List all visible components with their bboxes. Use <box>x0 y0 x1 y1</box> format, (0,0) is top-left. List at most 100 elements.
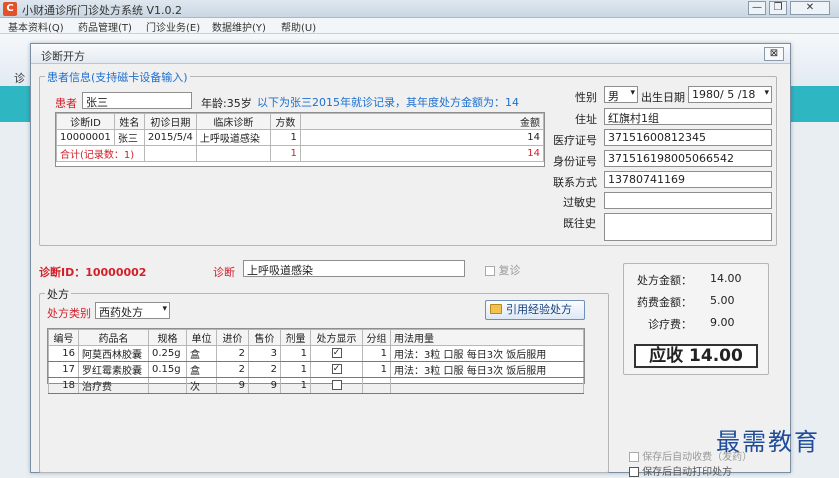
rx-header-name: 药品名 <box>78 329 149 346</box>
rx-header-show: 处方显示 <box>310 329 363 346</box>
minimize-icon[interactable]: — <box>748 1 766 15</box>
history-total-empty <box>143 145 197 162</box>
id-card-input[interactable]: 371516198005066542 <box>604 150 772 167</box>
rx-cell-name: 治疗费 <box>78 377 149 394</box>
summary-panel: 处方金额： 14.00 药费金额： 5.00 诊疗费： 9.00 应收 14.0… <box>623 263 769 375</box>
revisit-label: 复诊 <box>498 264 521 277</box>
fee-value: 9.00 <box>710 316 735 329</box>
menu-help[interactable]: 帮助(U) <box>281 19 316 34</box>
past-history-input[interactable] <box>604 213 772 241</box>
history-header-id: 诊断ID <box>56 113 115 130</box>
menu-drug-management[interactable]: 药品管理(T) <box>78 19 132 34</box>
patient-name-input[interactable]: 张三 <box>82 92 192 109</box>
history-header-diagnosis: 临床诊断 <box>195 113 271 130</box>
rx-cell-show: ✓ <box>310 361 363 378</box>
rx-cell-show: ✓ <box>310 345 363 362</box>
allergy-label: 过敏史 <box>563 196 596 209</box>
history-cell-date: 2015/5/4 <box>143 129 197 146</box>
auto-charge-checkbox[interactable] <box>629 452 639 462</box>
auto-print-checkbox[interactable] <box>629 467 639 477</box>
history-cell-name: 张三 <box>113 129 145 146</box>
history-total-row: 合计(记录数：1) 1 14 <box>56 145 545 162</box>
rx-show-checkbox[interactable] <box>331 380 342 390</box>
rx-type-select[interactable]: 西药处方 <box>95 302 170 319</box>
medical-card-input[interactable]: 37151600812345 <box>604 129 772 146</box>
receivable-amount: 应收 14.00 <box>634 344 758 368</box>
rx-header-group: 分组 <box>362 329 391 346</box>
contact-input[interactable]: 13780741169 <box>604 171 772 188</box>
table-row[interactable]: 18 治疗费 次 9 9 1 <box>48 377 584 394</box>
prescription-grid[interactable]: 编号 药品名 规格 单位 进价 售价 剂量 处方显示 分组 用法用量 16 阿莫… <box>47 328 585 394</box>
cite-experience-rx-button[interactable]: 引用经验处方 <box>485 300 585 320</box>
rx-cell-name: 罗红霉素胶囊 <box>78 361 149 378</box>
rx-cell-no: 17 <box>48 361 79 378</box>
rx-cell-spec: 0.15g <box>148 361 187 378</box>
history-cell-count: 1 <box>269 129 301 146</box>
folder-icon <box>490 304 502 314</box>
allergy-input[interactable] <box>604 192 772 209</box>
history-total-label: 合计(记录数：1) <box>56 145 145 162</box>
dialog-close-button[interactable]: ⊠ <box>764 47 784 61</box>
dob-picker[interactable]: 1980/ 5 /18 <box>688 86 772 103</box>
rx-cell-usage: 用法：3粒 口服 每日3次 饭后服用 <box>390 361 584 378</box>
diagnosis-input[interactable]: 上呼吸道感染 <box>243 260 465 277</box>
watermark-logo: 最需教育 <box>716 428 820 456</box>
dialog-title: 诊断开方 <box>41 50 85 63</box>
gender-label: 性别 <box>575 91 597 104</box>
rx-cell-usage <box>390 377 584 394</box>
id-card-label: 身份证号 <box>553 155 597 168</box>
rx-cell-dose: 1 <box>280 361 311 378</box>
history-header-count: 方数 <box>269 113 301 130</box>
history-total-count: 1 <box>269 145 301 162</box>
rx-cell-group: 1 <box>362 345 391 362</box>
rx-cell-name: 阿莫西林胶囊 <box>78 345 149 362</box>
rx-cell-spec: 0.25g <box>148 345 187 362</box>
rx-show-checkbox[interactable]: ✓ <box>331 364 342 374</box>
dob-label: 出生日期 <box>641 91 685 104</box>
table-row[interactable]: 10000001 张三 2015/5/4 上呼吸道感染 1 14 <box>56 129 545 146</box>
history-note: 以下为张三2015年就诊记录，其年度处方金额为：14 <box>257 96 519 109</box>
rx-header-usage: 用法用量 <box>390 329 584 346</box>
revisit-checkbox[interactable]: 复诊 <box>485 262 521 278</box>
close-window-icon[interactable]: ✕ <box>790 1 830 15</box>
rx-header-unit: 单位 <box>186 329 217 346</box>
address-label: 住址 <box>575 113 597 126</box>
diagnosis-id: 诊断ID：10000002 <box>39 266 147 279</box>
patient-info-legend: 患者信息(支持磁卡设备输入) <box>45 69 190 85</box>
gender-select[interactable]: 男 <box>604 86 638 103</box>
background-tab[interactable]: 诊 <box>14 70 25 86</box>
rx-cell-show <box>310 377 363 394</box>
menu-data-maintenance[interactable]: 数据维护(Y) <box>212 19 266 34</box>
revisit-checkbox-box[interactable] <box>485 266 495 276</box>
history-cell-amount: 14 <box>299 129 545 146</box>
restore-icon[interactable]: ❐ <box>769 1 787 15</box>
rx-cell-group: 1 <box>362 361 391 378</box>
app-title: 小财通诊所门诊处方系统 V1.0.2 <box>22 4 183 17</box>
rx-cell-price: 9 <box>248 377 281 394</box>
rx-show-checkbox[interactable]: ✓ <box>331 348 342 358</box>
patient-name-label: 患者 <box>55 97 77 110</box>
drug-amount-value: 5.00 <box>710 294 735 307</box>
app-titlebar: C 小财通诊所门诊处方系统 V1.0.2 — ❐ ✕ <box>0 0 839 18</box>
menu-basic-data[interactable]: 基本资料(Q) <box>8 19 64 34</box>
app-logo-icon: C <box>3 2 17 16</box>
rx-cell-unit: 盒 <box>186 345 217 362</box>
rx-cell-price: 3 <box>248 345 281 362</box>
history-total-empty <box>195 145 271 162</box>
auto-print-label: 保存后自动打印处方 <box>642 467 733 478</box>
history-cell-diagnosis: 上呼吸道感染 <box>195 129 271 146</box>
rx-cell-unit: 盒 <box>186 361 217 378</box>
table-row[interactable]: 17 罗红霉素胶囊 0.15g 盒 2 2 1 ✓ 1 用法：3粒 口服 每日3… <box>48 361 584 378</box>
rx-header-no: 编号 <box>48 329 79 346</box>
history-grid[interactable]: 诊断ID 姓名 初诊日期 临床诊断 方数 金额 10000001 张三 2015… <box>55 112 545 167</box>
rx-cell-dose: 1 <box>280 345 311 362</box>
menu-clinic-business[interactable]: 门诊业务(E) <box>146 19 200 34</box>
rx-cell-usage: 用法：3粒 口服 每日3次 饭后服用 <box>390 345 584 362</box>
rx-header-cost: 进价 <box>216 329 249 346</box>
address-input[interactable]: 红旗村1组 <box>604 108 772 125</box>
rx-cell-cost: 2 <box>216 361 249 378</box>
table-row[interactable]: 16 阿莫西林胶囊 0.25g 盒 2 3 1 ✓ 1 用法：3粒 口服 每日3… <box>48 345 584 362</box>
auto-print-option[interactable]: 保存后自动打印处方 <box>629 463 732 478</box>
dialog-header: 诊断开方 ⊠ <box>31 44 790 64</box>
history-header-amount: 金额 <box>299 113 545 130</box>
